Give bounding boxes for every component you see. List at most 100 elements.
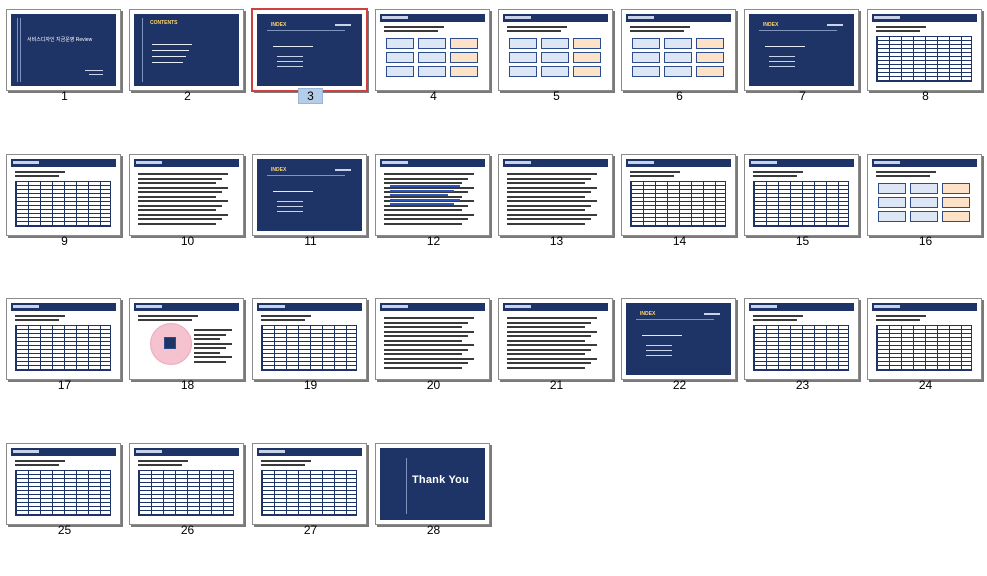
text-line (390, 189, 454, 192)
slide-thumbnail[interactable] (375, 9, 490, 91)
slide-26[interactable]: 26 (126, 436, 249, 576)
slide-thumbnail[interactable] (867, 9, 982, 91)
slide-3[interactable]: INDEX 3 (249, 2, 372, 142)
diagram-shape (942, 211, 970, 222)
slide-25[interactable]: 25 (3, 436, 126, 576)
slide-thumbnail[interactable] (6, 443, 121, 525)
diagram-shape (878, 183, 906, 194)
slide-6[interactable]: 6 (618, 2, 741, 142)
slide-number: 7 (799, 89, 806, 103)
slide-thumbnail[interactable] (867, 298, 982, 380)
table-graphic (261, 470, 357, 516)
slide-thumbnail[interactable]: INDEX (252, 154, 367, 236)
slide-thumbnail[interactable] (252, 298, 367, 380)
slide-12[interactable]: 12 (372, 147, 495, 287)
slide-number: 1 (61, 89, 68, 103)
slide-1[interactable]: 서비스디자인 지금운영 Review 1 (3, 2, 126, 142)
slide-thumbnail[interactable] (498, 298, 613, 380)
slide-16[interactable]: 16 (864, 147, 987, 287)
diagram-shape (910, 197, 938, 208)
text-line (15, 315, 65, 317)
slide-number-label: 5 (495, 89, 618, 103)
slide-27[interactable]: 27 (249, 436, 372, 576)
slide-thumbnail[interactable] (129, 443, 244, 525)
slide-24[interactable]: 24 (864, 291, 987, 431)
slide-thumbnail[interactable]: INDEX (744, 9, 859, 91)
text-line (384, 30, 438, 32)
slide-number: 28 (426, 523, 441, 537)
text-line (765, 46, 805, 47)
slide-18[interactable]: 18 (126, 291, 249, 431)
slide-13[interactable]: 13 (495, 147, 618, 287)
slide-21[interactable]: 21 (495, 291, 618, 431)
slide-thumbnail[interactable] (6, 298, 121, 380)
diagram-shape (509, 66, 537, 77)
slide-thumbnail[interactable] (375, 298, 490, 380)
slide-thumbnail[interactable] (6, 154, 121, 236)
slide-number-label: 11 (249, 234, 372, 248)
slide-thumbnail[interactable]: INDEX (621, 298, 736, 380)
slide-7[interactable]: INDEX 7 (741, 2, 864, 142)
slide-thumbnail[interactable] (744, 298, 859, 380)
slide-20[interactable]: 20 (372, 291, 495, 431)
text-line (384, 173, 474, 175)
slide-thumbnail[interactable]: 서비스디자인 지금운영 Review (6, 9, 121, 91)
logo (335, 24, 351, 26)
slide-14[interactable]: 14 (618, 147, 741, 287)
diagram-shape (418, 66, 446, 77)
contents-item (152, 50, 189, 51)
slide-9[interactable]: 9 (3, 147, 126, 287)
slide-thumbnail[interactable] (744, 154, 859, 236)
slide-thumbnail[interactable] (867, 154, 982, 236)
text-line (876, 175, 930, 177)
slide-10[interactable]: 10 (126, 147, 249, 287)
text-line (384, 362, 468, 364)
diagram-shape (664, 66, 692, 77)
slide-22[interactable]: INDEX 22 (618, 291, 741, 431)
text-line (277, 201, 303, 202)
slide-thumbnail[interactable]: CONTENTS (129, 9, 244, 91)
diagram-shape (450, 38, 478, 49)
text-line (384, 335, 468, 337)
slide-thumbnail[interactable]: INDEX (251, 8, 368, 92)
slide-28[interactable]: Thank You 28 (372, 436, 495, 576)
slide-11[interactable]: INDEX 11 (249, 147, 372, 287)
text-line (261, 460, 311, 462)
diagram-shape (878, 211, 906, 222)
slide-number-label: 16 (864, 234, 987, 248)
text-line (507, 204, 591, 207)
slide-thumbnail[interactable] (129, 298, 244, 380)
slide-number-label: 17 (3, 378, 126, 392)
slide-4[interactable]: 4 (372, 2, 495, 142)
slide-8[interactable]: 8 (864, 2, 987, 142)
text-line (138, 315, 198, 317)
text-line (390, 203, 454, 205)
slide-thumbnail[interactable] (498, 9, 613, 91)
text-line (194, 356, 232, 358)
text-line (507, 209, 585, 211)
text-line (384, 344, 474, 346)
diagram-shape (696, 66, 724, 77)
slide-thumbnail[interactable] (621, 9, 736, 91)
slide-5[interactable]: 5 (495, 2, 618, 142)
text-line (15, 171, 65, 173)
slide-thumbnail[interactable] (375, 154, 490, 236)
diagram-shape (632, 52, 660, 63)
diagram-shape (696, 52, 724, 63)
slide-2[interactable]: CONTENTS 2 (126, 2, 249, 142)
slide-23[interactable]: 23 (741, 291, 864, 431)
text-line (138, 186, 228, 189)
slide-15[interactable]: 15 (741, 147, 864, 287)
slide-thumbnail[interactable] (498, 154, 613, 236)
slide-thumbnail[interactable] (129, 154, 244, 236)
slide-number: 12 (426, 234, 441, 248)
slide-number: 20 (426, 378, 441, 392)
diagram-shape (386, 52, 414, 63)
slide-thumbnail[interactable] (621, 154, 736, 236)
slide-19[interactable]: 19 (249, 291, 372, 431)
slide-thumbnail[interactable]: Thank You (375, 443, 490, 525)
diagram-shape (164, 337, 176, 349)
text-line (384, 177, 468, 180)
slide-17[interactable]: 17 (3, 291, 126, 431)
slide-thumbnail[interactable] (252, 443, 367, 525)
